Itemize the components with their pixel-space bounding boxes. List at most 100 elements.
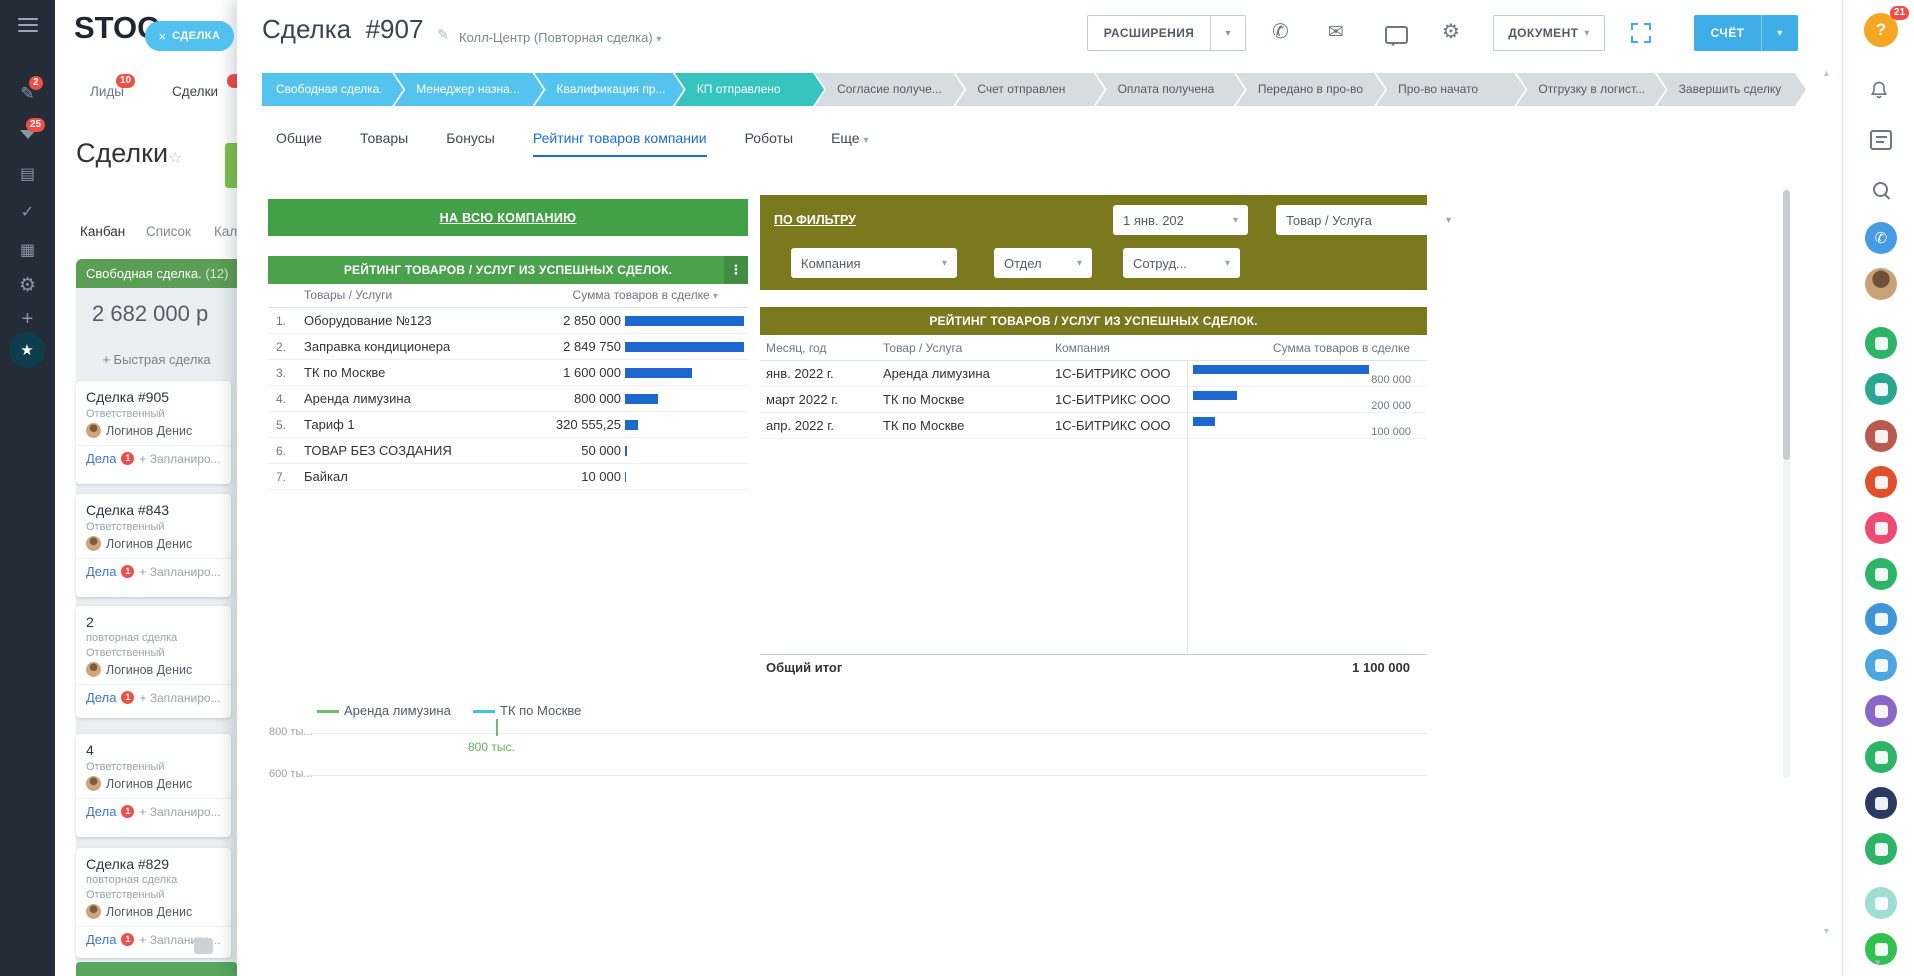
notes-icon[interactable] <box>1870 130 1892 150</box>
product-filter-dropdown[interactable]: Товар / Услуга▾ <box>1276 205 1461 235</box>
deal-card[interactable]: 4 Ответственный Логинов Денис Дела1+ Зап… <box>76 734 231 837</box>
pipeline-selector[interactable]: Колл-Центр (Повторная сделка) ▾ <box>459 30 661 45</box>
invoice-split-caret[interactable]: ▾ <box>1761 15 1798 51</box>
mail-icon-button[interactable]: ✉ <box>1328 23 1344 42</box>
rail-app-icon[interactable] <box>1865 327 1897 359</box>
report-scrollbar-thumb[interactable] <box>1783 190 1790 460</box>
tab-general[interactable]: Общие <box>276 130 322 155</box>
todo-link[interactable]: Дела <box>86 932 116 947</box>
grid-icon[interactable]: ▦ <box>0 240 55 260</box>
deal-card[interactable]: Сделка #905 Ответственный Логинов Денис … <box>76 381 231 484</box>
scroll-handle[interactable] <box>194 938 213 954</box>
rail-app-icon[interactable] <box>1865 833 1897 865</box>
rail-app-icon[interactable] <box>1865 373 1897 405</box>
tab-products[interactable]: Товары <box>360 130 408 155</box>
scroll-down-arrow[interactable]: ▼ <box>1822 926 1831 936</box>
favorite-star-icon[interactable]: ☆ <box>168 148 182 168</box>
tab-more[interactable]: Еще ▾ <box>831 130 868 155</box>
document-button[interactable]: ДОКУМЕНТ▾ <box>1493 15 1605 51</box>
fullscreen-icon-button[interactable] <box>1630 22 1652 49</box>
deal-card-title[interactable]: Сделка #843 <box>86 502 221 518</box>
view-tab-list[interactable]: Список <box>146 224 191 239</box>
rail-app-icon[interactable] <box>1865 887 1897 919</box>
todo-link[interactable]: Дела <box>86 451 116 466</box>
deal-card-title[interactable]: 4 <box>86 742 221 758</box>
rail-app-icon[interactable] <box>1865 558 1897 590</box>
view-tab-calendar[interactable]: Кал... <box>214 224 237 239</box>
rail-scroll-chevron[interactable]: ▾ <box>1875 956 1881 969</box>
responsible-name[interactable]: Логинов Денис <box>106 905 192 919</box>
stage[interactable]: Завершить сделку <box>1657 73 1806 106</box>
responsible-name[interactable]: Логинов Денис <box>106 424 192 438</box>
deal-card[interactable]: 2 повторная сделка Ответственный Логинов… <box>76 606 231 718</box>
nav-deals[interactable]: Сделки <box>172 84 218 99</box>
plan-link[interactable]: + Запланиро... <box>139 452 220 466</box>
rail-app-icon[interactable] <box>1865 695 1897 727</box>
rail-app-icon[interactable] <box>1865 603 1897 635</box>
slider-close-button[interactable]: × СДЕЛКА <box>145 21 234 51</box>
deal-card-title[interactable]: Сделка #905 <box>86 389 221 405</box>
invoice-button[interactable]: СЧЁТ <box>1694 15 1761 51</box>
edit-icon[interactable]: ✎ <box>0 84 55 104</box>
company-filter-dropdown[interactable]: Компания▾ <box>791 248 957 278</box>
todo-link[interactable]: Дела <box>86 690 116 705</box>
search-icon[interactable] <box>1873 182 1888 197</box>
telephony-icon-button[interactable]: ✆ <box>1865 222 1897 254</box>
plus-icon[interactable]: + <box>0 308 55 331</box>
funnel-icon[interactable] <box>0 130 55 139</box>
rail-app-icon[interactable] <box>1865 741 1897 773</box>
check-circle-icon[interactable]: ✓ <box>0 202 55 222</box>
deal-card[interactable]: Сделка #843 Ответственный Логинов Денис … <box>76 494 231 597</box>
edit-title-icon[interactable]: ✎ <box>437 26 449 43</box>
department-filter-dropdown[interactable]: Отдел▾ <box>994 248 1092 278</box>
chevron-down-icon[interactable]: ▾ <box>1210 16 1245 50</box>
plan-link[interactable]: + Запланиро... <box>139 565 220 579</box>
responsible-name[interactable]: Логинов Денис <box>106 777 192 791</box>
favorites-star-button[interactable]: ★ <box>9 332 45 368</box>
todo-link[interactable]: Дела <box>86 804 116 819</box>
date-filter-dropdown[interactable]: 1 янв. 202▾ <box>1113 205 1248 235</box>
rail-app-icon[interactable] <box>1865 933 1897 965</box>
rail-app-icon[interactable] <box>1865 466 1897 498</box>
tab-bonuses[interactable]: Бонусы <box>446 130 495 155</box>
stage[interactable]: Передано в про-во <box>1236 73 1385 106</box>
deal-card-title[interactable]: 2 <box>86 614 221 630</box>
gear-icon[interactable]: ⚙ <box>0 274 55 297</box>
extensions-button[interactable]: РАСШИРЕНИЯ ▾ <box>1087 15 1246 51</box>
stage[interactable]: Счет отправлен <box>955 73 1104 106</box>
report-menu-icon[interactable]: ⋮ <box>724 256 748 284</box>
kanban-column-header[interactable]: Свободная сделка. (12) <box>76 259 237 288</box>
add-deal-button-clipped[interactable] <box>225 143 237 188</box>
stage[interactable]: Отгрузку в логист... <box>1516 73 1665 106</box>
deal-card-title[interactable]: Сделка #829 <box>86 856 221 872</box>
quick-deal-button[interactable]: + Быстрая сделка <box>76 352 237 367</box>
plan-link[interactable]: + Запланиро... <box>139 691 220 705</box>
gear-icon-button[interactable]: ⚙ <box>1442 22 1460 42</box>
stage[interactable]: Менеджер назна... <box>394 73 543 106</box>
stage[interactable]: Про-во начато <box>1376 73 1525 106</box>
user-avatar[interactable] <box>1865 268 1897 300</box>
tray-icon[interactable]: ▤ <box>0 164 55 184</box>
rail-app-icon[interactable] <box>1865 649 1897 681</box>
bell-icon[interactable] <box>1869 80 1889 105</box>
responsible-name[interactable]: Логинов Денис <box>106 537 192 551</box>
tab-company-product-rating[interactable]: Рейтинг товаров компании <box>533 130 707 157</box>
rail-app-icon[interactable] <box>1865 787 1897 819</box>
phone-icon-button[interactable]: ✆ <box>1272 22 1289 42</box>
scroll-up-arrow[interactable]: ▲ <box>1822 68 1831 78</box>
stage[interactable]: Квалификация пр... <box>535 73 684 106</box>
column-header-sum[interactable]: Сумма товаров в сделке ▾ <box>573 288 718 302</box>
whole-company-button[interactable]: НА ВСЮ КОМПАНИЮ <box>268 199 748 236</box>
rail-app-icon[interactable] <box>1865 420 1897 452</box>
tab-robots[interactable]: Роботы <box>745 130 793 155</box>
stage[interactable]: Свободная сделка. <box>262 73 403 106</box>
stage[interactable]: Оплата получена <box>1096 73 1245 106</box>
plan-link[interactable]: + Запланиро... <box>139 805 220 819</box>
todo-link[interactable]: Дела <box>86 564 116 579</box>
filter-label[interactable]: ПО ФИЛЬТРУ <box>774 213 856 227</box>
stage[interactable]: Согласие получе... <box>815 73 964 106</box>
stage[interactable]: КП отправлено <box>675 73 824 106</box>
view-tab-kanban[interactable]: Канбан <box>80 224 125 239</box>
responsible-name[interactable]: Логинов Денис <box>106 663 192 677</box>
employee-filter-dropdown[interactable]: Сотруд...▾ <box>1123 248 1240 278</box>
